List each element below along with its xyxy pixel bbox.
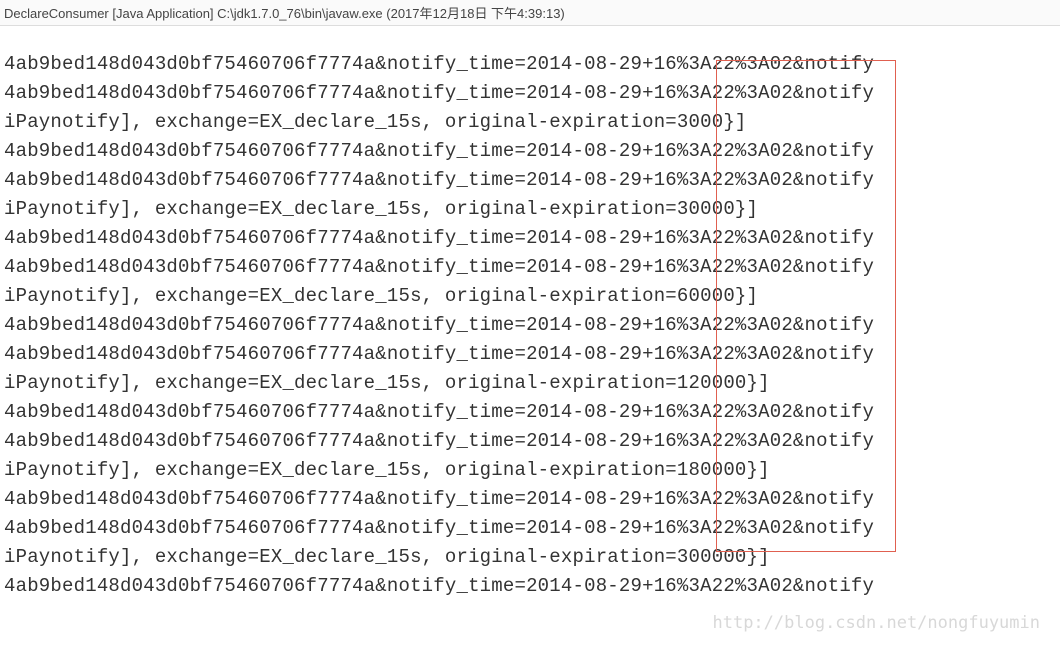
console-line: 4ab9bed148d043d0bf75460706f7774a&notify_…	[4, 253, 1060, 282]
console-line: 4ab9bed148d043d0bf75460706f7774a&notify_…	[4, 427, 1060, 456]
console-line: 4ab9bed148d043d0bf75460706f7774a&notify_…	[4, 398, 1060, 427]
console-line: 4ab9bed148d043d0bf75460706f7774a&notify_…	[4, 514, 1060, 543]
console-line: iPaynotify], exchange=EX_declare_15s, or…	[4, 195, 1060, 224]
console-line: 4ab9bed148d043d0bf75460706f7774a&notify_…	[4, 572, 1060, 601]
console-line: iPaynotify], exchange=EX_declare_15s, or…	[4, 543, 1060, 572]
console-line: 4ab9bed148d043d0bf75460706f7774a&notify_…	[4, 311, 1060, 340]
console-line: iPaynotify], exchange=EX_declare_15s, or…	[4, 282, 1060, 311]
console-line: 4ab9bed148d043d0bf75460706f7774a&notify_…	[4, 50, 1060, 79]
console-line: 4ab9bed148d043d0bf75460706f7774a&notify_…	[4, 485, 1060, 514]
console-output[interactable]: 4ab9bed148d043d0bf75460706f7774a&notify_…	[0, 50, 1060, 601]
console-line: 4ab9bed148d043d0bf75460706f7774a&notify_…	[4, 340, 1060, 369]
console-line: 4ab9bed148d043d0bf75460706f7774a&notify_…	[4, 79, 1060, 108]
watermark-text: http://blog.csdn.net/nongfuyumin	[712, 613, 1040, 633]
console-line: iPaynotify], exchange=EX_declare_15s, or…	[4, 369, 1060, 398]
console-title-bar: DeclareConsumer [Java Application] C:\jd…	[0, 0, 1060, 26]
console-line: iPaynotify], exchange=EX_declare_15s, or…	[4, 108, 1060, 137]
console-line: iPaynotify], exchange=EX_declare_15s, or…	[4, 456, 1060, 485]
console-line: 4ab9bed148d043d0bf75460706f7774a&notify_…	[4, 224, 1060, 253]
console-line: 4ab9bed148d043d0bf75460706f7774a&notify_…	[4, 166, 1060, 195]
console-line: 4ab9bed148d043d0bf75460706f7774a&notify_…	[4, 137, 1060, 166]
console-title-text: DeclareConsumer [Java Application] C:\jd…	[4, 6, 565, 21]
